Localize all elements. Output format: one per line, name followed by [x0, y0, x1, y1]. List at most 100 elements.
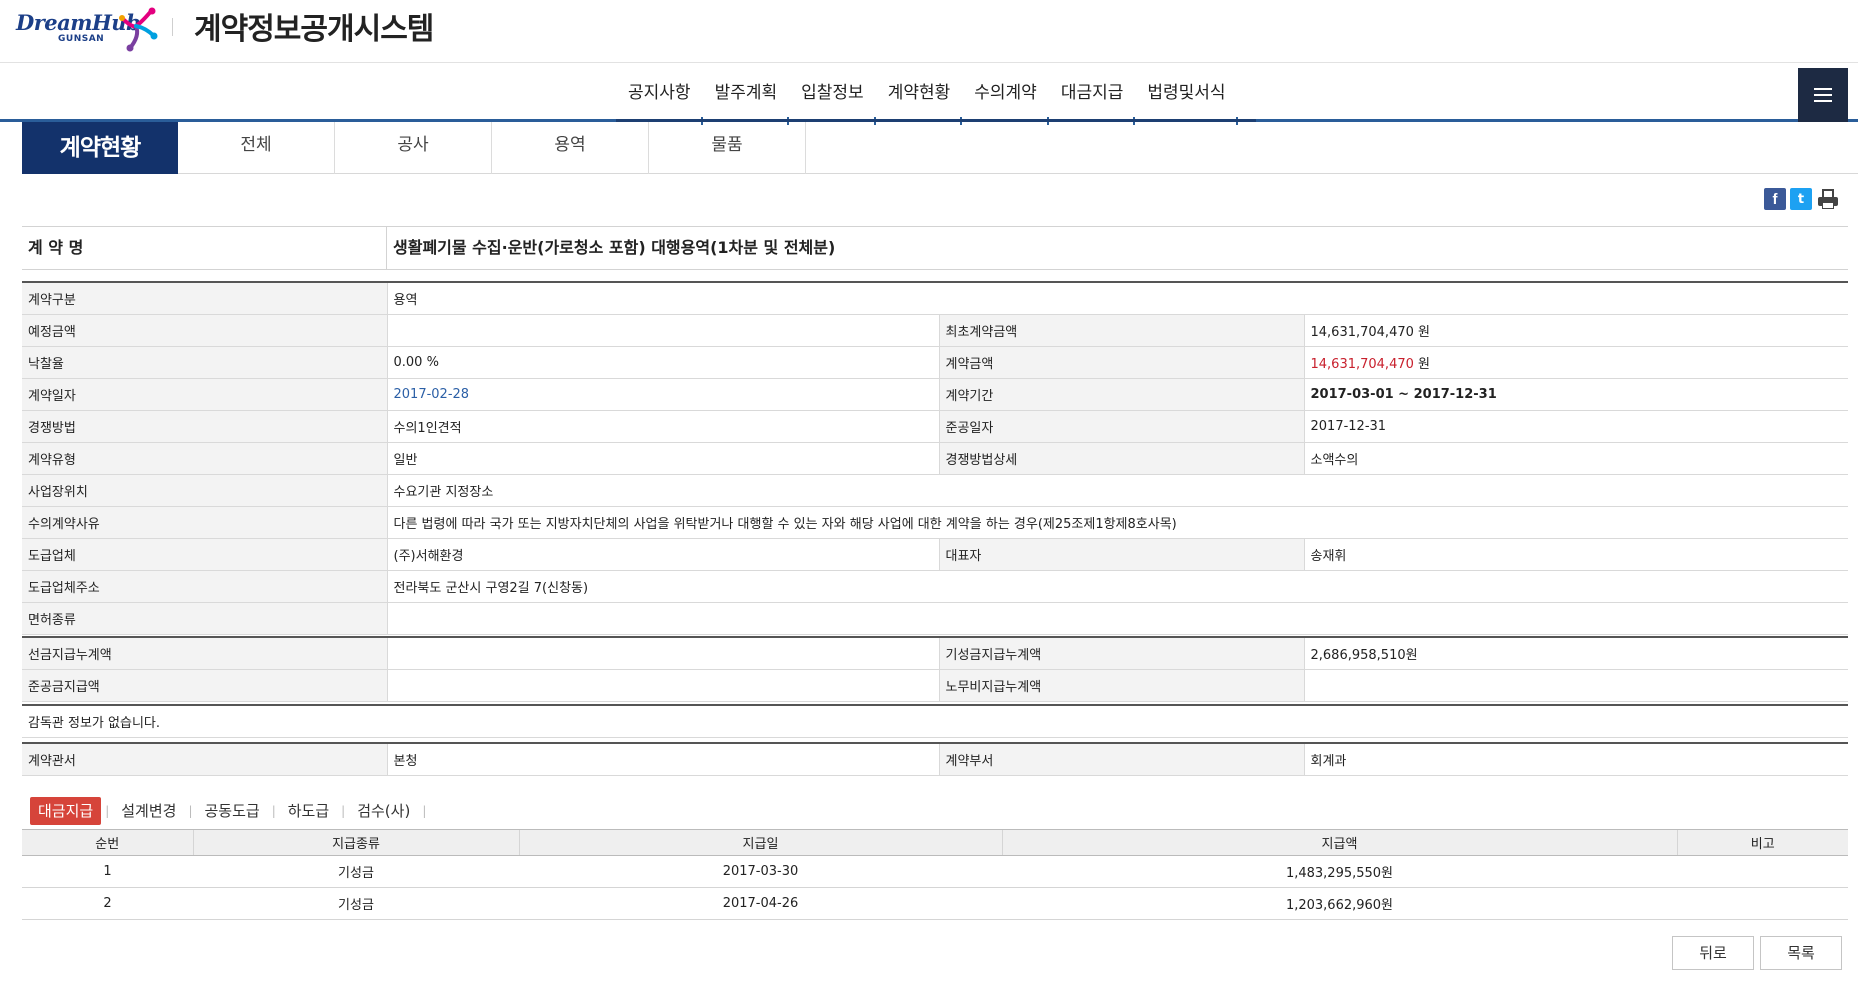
cell-type: 기성금 — [193, 855, 519, 888]
payment-summary-table: 선금지급누계액 기성금지급누계액 2,686,958,510원 준공금지급액 노… — [22, 636, 1848, 702]
table-row: 수의계약사유 다른 법령에 따라 국가 또는 지방자치단체의 사업을 위탁받거나… — [22, 506, 1848, 539]
cell-type: 기성금 — [193, 887, 519, 920]
type-value: 용역 — [386, 282, 1848, 315]
tab-design-change[interactable]: 설계변경 — [113, 797, 184, 825]
table-row: 경쟁방법 수의1인견적 준공일자 2017-12-31 — [22, 410, 1848, 443]
method-detail-label: 경쟁방법상세 — [938, 442, 1304, 475]
advance-total-value — [386, 637, 939, 670]
progress-total-label: 기성금지급누계액 — [938, 637, 1304, 670]
print-icon[interactable] — [1816, 188, 1840, 210]
cell-seq: 2 — [22, 887, 193, 920]
table-row: 계약구분 용역 — [22, 282, 1848, 315]
gnb-item-laws-forms[interactable]: 법령및서식 — [1135, 64, 1238, 125]
table-row: 계약유형 일반 경쟁방법상세 소액수의 — [22, 442, 1848, 475]
tab-all[interactable]: 전체 — [178, 122, 335, 174]
contract-office-label: 계약관서 — [22, 743, 387, 776]
contract-period-label: 계약기간 — [938, 378, 1304, 411]
site-title[interactable]: 계약정보공개시스템 — [194, 4, 434, 48]
header-divider — [172, 18, 173, 36]
tab-service[interactable]: 용역 — [492, 122, 649, 174]
contract-office-value: 본청 — [386, 743, 939, 776]
table-row: 준공금지급액 노무비지급누계액 — [22, 669, 1848, 702]
initial-amount-value: 14,631,704,470 — [1310, 324, 1414, 340]
col-header-seq: 순번 — [22, 829, 193, 856]
logo-subtext: GUNSAN — [58, 34, 105, 44]
table-row: 2 기성금 2017-04-26 1,203,662,960원 — [22, 887, 1848, 920]
table-row: 예정금액 최초계약금액 14,631,704,470 원 — [22, 314, 1848, 347]
section-title: 계약현황 — [22, 122, 178, 174]
col-header-date: 지급일 — [518, 829, 1002, 856]
advance-total-label: 선금지급누계액 — [22, 637, 387, 670]
final-payment-value — [386, 669, 939, 702]
tab-inspection[interactable]: 검수(사) — [349, 797, 418, 825]
contract-period-value: 2017-03-01 ~ 2017-12-31 — [1303, 378, 1848, 411]
tab-payment[interactable]: 대금지급 — [30, 797, 102, 825]
facebook-icon[interactable]: f — [1764, 188, 1786, 210]
contractor-label: 도급업체 — [22, 538, 387, 571]
table-row: 1 기성금 2017-03-30 1,483,295,550원 — [22, 855, 1848, 888]
cell-date: 2017-03-30 — [519, 855, 1002, 888]
won-unit: 원 — [1418, 324, 1430, 340]
bid-rate-label: 낙찰율 — [22, 346, 387, 379]
category-tabs: 전체 공사 용역 물품 — [178, 122, 806, 174]
private-reason-label: 수의계약사유 — [22, 506, 387, 539]
gnb-menu: 공지사항 발주계획 입찰정보 계약현황 수의계약 대금지급 법령및서식 — [616, 64, 1238, 125]
contract-amount-value: 14,631,704,470 — [1310, 356, 1414, 372]
cell-amount: 1,203,662,960원 — [1002, 887, 1677, 920]
estimated-amount-value — [386, 314, 939, 347]
competition-method-value: 수의1인견적 — [386, 410, 939, 443]
estimated-amount-label: 예정금액 — [22, 314, 387, 347]
gnb-item-order-plan[interactable]: 발주계획 — [703, 64, 790, 125]
license-value — [386, 602, 1848, 635]
table-row: 사업장위치 수요기관 지정장소 — [22, 474, 1848, 507]
logo-mark-icon — [119, 7, 158, 52]
contract-name-label: 계 약 명 — [22, 227, 387, 269]
completion-date-value: 2017-12-31 — [1303, 410, 1848, 443]
table-row: 도급업체 (주)서해환경 대표자 송재휘 — [22, 538, 1848, 571]
initial-amount-cell: 14,631,704,470 원 — [1303, 314, 1848, 347]
payment-tabs: 대금지급 | 설계변경 | 공동도급 | 하도급 | 검수(사) | — [30, 797, 430, 825]
list-button[interactable]: 목록 — [1760, 936, 1842, 970]
tab-construction[interactable]: 공사 — [335, 122, 492, 174]
method-detail-value: 소액수의 — [1303, 442, 1848, 475]
col-header-note: 비고 — [1676, 829, 1848, 856]
tab-goods[interactable]: 물품 — [649, 122, 806, 174]
won-unit: 원 — [1418, 356, 1430, 372]
table-header-row: 순번 지급종류 지급일 지급액 비고 — [22, 829, 1848, 856]
gnb-item-private-contract[interactable]: 수의계약 — [962, 64, 1049, 125]
completion-date-label: 준공일자 — [938, 410, 1304, 443]
cell-date: 2017-04-26 — [519, 887, 1002, 920]
site-location-value: 수요기관 지정장소 — [386, 474, 1848, 507]
contractor-address-label: 도급업체주소 — [22, 570, 387, 603]
hamburger-icon — [1814, 88, 1832, 90]
gnb-item-notice[interactable]: 공지사항 — [616, 64, 703, 125]
payment-table: 순번 지급종류 지급일 지급액 비고 1 기성금 2017-03-30 1,48… — [22, 829, 1848, 920]
table-row: 계약관서 본청 계약부서 회계과 — [22, 743, 1848, 776]
contract-dept-value: 회계과 — [1303, 743, 1848, 776]
initial-amount-label: 최초계약금액 — [938, 314, 1304, 347]
gnb-item-contract-status[interactable]: 계약현황 — [876, 64, 963, 125]
tab-joint-contract[interactable]: 공동도급 — [197, 797, 268, 825]
hamburger-menu-button[interactable] — [1798, 68, 1848, 122]
cell-note — [1677, 855, 1848, 888]
main-navigation: 공지사항 발주계획 입찰정보 계약현황 수의계약 대금지급 법령및서식 — [0, 64, 1858, 125]
contract-date-value[interactable]: 2017-02-28 — [386, 378, 939, 411]
back-button[interactable]: 뒤로 — [1672, 936, 1754, 970]
progress-total-value: 2,686,958,510원 — [1303, 637, 1848, 670]
tab-subcontract[interactable]: 하도급 — [280, 797, 337, 825]
gnb-item-bid-info[interactable]: 입찰정보 — [789, 64, 876, 125]
license-label: 면허종류 — [22, 602, 387, 635]
gnb-item-payment[interactable]: 대금지급 — [1049, 64, 1136, 125]
ceo-value: 송재휘 — [1303, 538, 1848, 571]
twitter-icon[interactable]: t — [1790, 188, 1812, 210]
labor-total-value — [1303, 669, 1848, 702]
contract-date-label: 계약일자 — [22, 378, 387, 411]
supervisor-table: 감독관 정보가 없습니다. — [22, 704, 1848, 738]
contract-name-row: 계 약 명 생활폐기물 수집·운반(가로청소 포함) 대행용역(1차분 및 전체… — [22, 226, 1848, 270]
cell-amount: 1,483,295,550원 — [1002, 855, 1677, 888]
dreamhub-logo[interactable]: DreamHub GUNSAN — [14, 6, 158, 52]
labor-total-label: 노무비지급누계액 — [938, 669, 1304, 702]
contract-name-value: 생활폐기물 수집·운반(가로청소 포함) 대행용역(1차분 및 전체분) — [393, 238, 836, 257]
contract-dept-label: 계약부서 — [938, 743, 1304, 776]
table-row: 면허종류 — [22, 602, 1848, 635]
